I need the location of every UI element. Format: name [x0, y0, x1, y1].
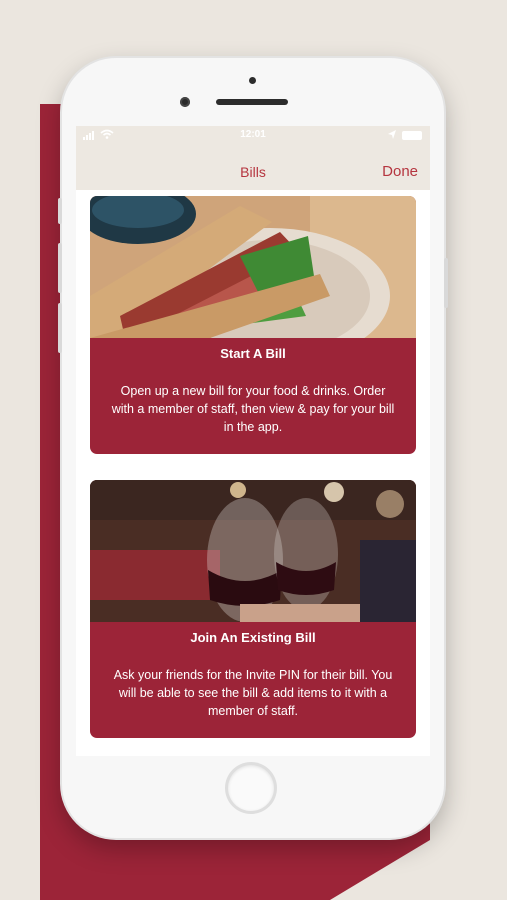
app-screen: 12:01 Bills Done Start A Bill Open up a … [76, 126, 430, 756]
status-time: 12:01 [240, 129, 266, 140]
phone-sensor [249, 77, 256, 84]
status-bar: 12:01 [76, 126, 430, 146]
start-bill-card[interactable]: Start A Bill Open up a new bill for your… [90, 196, 416, 454]
join-bill-title: Join An Existing Bill [190, 630, 316, 645]
page-title: Bills [240, 164, 266, 180]
home-button[interactable] [228, 765, 274, 811]
red-wine-glasses-photo [90, 480, 416, 622]
phone-silent-switch [58, 198, 62, 224]
front-camera [180, 97, 190, 107]
location-icon [388, 130, 396, 139]
navigation-bar: 12:01 Bills Done [76, 126, 430, 190]
steak-sandwich-photo [90, 196, 416, 338]
phone-volume-up [58, 243, 62, 293]
done-button[interactable]: Done [382, 163, 418, 180]
phone-frame: 12:01 Bills Done Start A Bill Open up a … [58, 58, 448, 838]
phone-power-button [444, 258, 448, 308]
phone-speaker [216, 99, 288, 105]
join-bill-description: Ask your friends for the Invite PIN for … [113, 668, 393, 718]
battery-icon [402, 131, 422, 140]
start-bill-title: Start A Bill [220, 346, 286, 361]
start-bill-description: Open up a new bill for your food & drink… [111, 384, 395, 434]
bill-options-list: Start A Bill Open up a new bill for your… [76, 190, 430, 756]
join-bill-card[interactable]: Join An Existing Bill Ask your friends f… [90, 480, 416, 738]
phone-volume-down [58, 303, 62, 353]
